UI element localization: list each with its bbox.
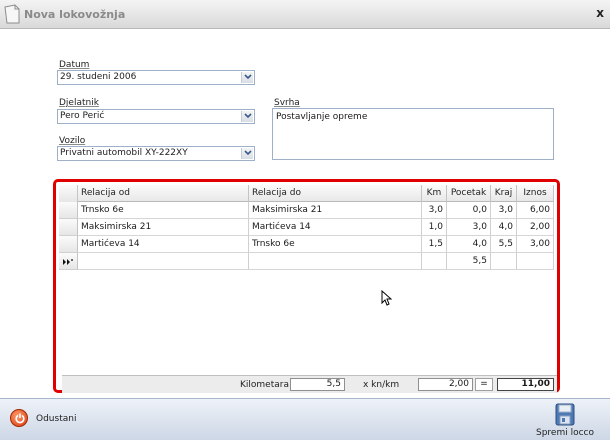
chevron-down-icon[interactable] [241, 72, 253, 83]
datum-value: 29. studeni 2006 [60, 72, 137, 82]
cell-relacija-do[interactable]: Maksimirska 21 [249, 202, 422, 219]
kilometara-value: 5,5 [290, 378, 345, 391]
col-relacija-do[interactable]: Relacija do [249, 185, 422, 202]
save-button[interactable]: Spremi locco [532, 401, 598, 439]
mouse-cursor-icon [381, 290, 392, 306]
col-pocetak[interactable]: Pocetak [447, 185, 491, 202]
trips-grid-frame: Relacija od Relacija do Km Pocetak Kraj … [53, 179, 560, 393]
floppy-disk-icon [555, 403, 575, 426]
cell-pocetak[interactable]: 5,5 [447, 253, 491, 270]
row-selector[interactable] [59, 219, 78, 236]
row-selector[interactable] [59, 236, 78, 253]
datum-dropdown[interactable]: 29. studeni 2006 [57, 70, 255, 85]
col-iznos[interactable]: Iznos [517, 185, 554, 202]
cell-pocetak[interactable]: 3,0 [447, 219, 491, 236]
cell-km[interactable] [422, 253, 447, 270]
vozilo-dropdown[interactable]: Privatni automobil XY-222XY [57, 146, 255, 161]
datum-label: Datum [59, 60, 90, 70]
cell-km[interactable]: 3,0 [422, 202, 447, 219]
grid-header: Relacija od Relacija do Km Pocetak Kraj … [59, 185, 554, 202]
equals-sign: = [475, 378, 493, 391]
cancel-label: Odustani [36, 414, 77, 424]
totals-bar: Kilometara 5,5 x kn/km 2,00 = 11,00 [62, 375, 557, 393]
table-row[interactable]: Martićeva 14 Trnsko 6e 1,5 4,0 5,5 3,00 [59, 236, 554, 253]
cell-iznos[interactable]: 3,00 [517, 236, 554, 253]
table-row[interactable]: Maksimirska 21 Martićeva 14 1,0 3,0 4,0 … [59, 219, 554, 236]
cell-relacija-do[interactable]: Martićeva 14 [249, 219, 422, 236]
vozilo-value: Privatni automobil XY-222XY [60, 148, 188, 158]
power-icon [10, 409, 28, 427]
cell-kraj[interactable] [491, 253, 517, 270]
bottom-toolbar: Odustani Spremi locco [0, 398, 610, 440]
cell-kraj[interactable]: 4,0 [491, 219, 517, 236]
total-amount: 11,00 [497, 378, 554, 391]
new-row[interactable]: 5,5 [59, 253, 554, 270]
cell-km[interactable]: 1,0 [422, 219, 447, 236]
row-selector-header [59, 185, 78, 202]
save-label: Spremi locco [535, 428, 594, 438]
svrha-label: Svrha [274, 98, 300, 108]
chevron-down-icon[interactable] [241, 148, 253, 159]
document-icon [4, 4, 20, 24]
cell-relacija-od[interactable]: Maksimirska 21 [78, 219, 249, 236]
cell-relacija-do[interactable]: Trnsko 6e [249, 236, 422, 253]
cell-relacija-od[interactable]: Trnsko 6e [78, 202, 249, 219]
col-km[interactable]: Km [422, 185, 447, 202]
rate-input[interactable]: 2,00 [418, 378, 473, 391]
cell-relacija-od[interactable] [78, 253, 249, 270]
col-relacija-od[interactable]: Relacija od [78, 185, 249, 202]
col-kraj[interactable]: Kraj [491, 185, 517, 202]
cell-relacija-od[interactable]: Martićeva 14 [78, 236, 249, 253]
djelatnik-label: Djelatnik [59, 98, 99, 108]
cell-pocetak[interactable]: 0,0 [447, 202, 491, 219]
djelatnik-dropdown[interactable]: Pero Perić [57, 109, 255, 124]
cell-pocetak[interactable]: 4,0 [447, 236, 491, 253]
kilometara-label: Kilometara [240, 380, 289, 390]
cell-iznos[interactable]: 2,00 [517, 219, 554, 236]
vozilo-label: Vozilo [59, 136, 86, 146]
rate-label: x kn/km [363, 380, 400, 390]
cell-relacija-do[interactable] [249, 253, 422, 270]
row-selector[interactable] [59, 202, 78, 219]
new-row-selector[interactable] [59, 253, 78, 270]
svrha-value: Postavljanje opreme [276, 112, 368, 122]
new-row-arrow-icon [63, 259, 73, 265]
djelatnik-value: Pero Perić [60, 111, 105, 121]
cell-kraj[interactable]: 3,0 [491, 202, 517, 219]
table-row[interactable]: Trnsko 6e Maksimirska 21 3,0 0,0 3,0 6,0… [59, 202, 554, 219]
window-title: Nova lokovožnja [24, 8, 126, 21]
cell-km[interactable]: 1,5 [422, 236, 447, 253]
chevron-down-icon[interactable] [241, 111, 253, 122]
cell-iznos[interactable]: 6,00 [517, 202, 554, 219]
title-bar: Nova lokovožnja x [0, 0, 610, 29]
close-button[interactable]: x [596, 6, 604, 20]
svrha-textarea[interactable]: Postavljanje opreme [272, 108, 554, 160]
cell-iznos[interactable] [517, 253, 554, 270]
cell-kraj[interactable]: 5,5 [491, 236, 517, 253]
